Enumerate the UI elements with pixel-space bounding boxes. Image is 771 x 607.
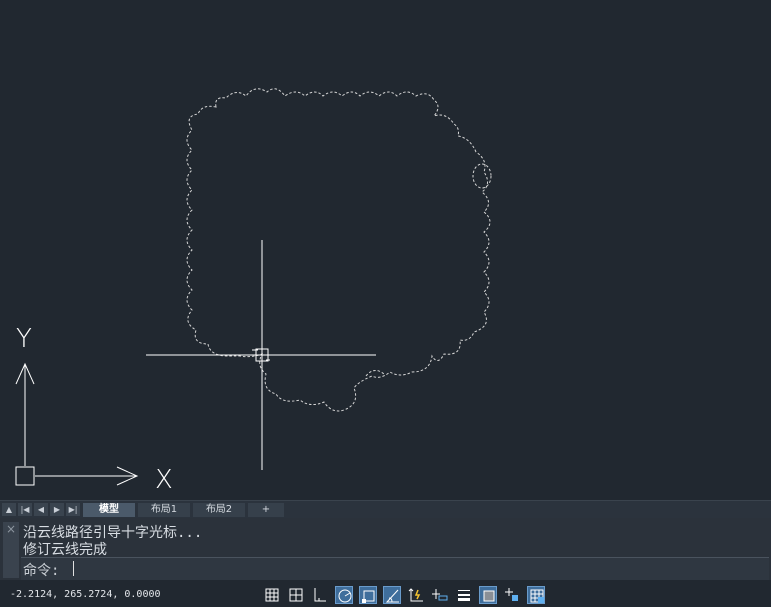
annotation-monitor-icon[interactable] [527,586,545,604]
ucs-y-label: Y [16,324,32,354]
revision-cloud[interactable] [186,88,491,412]
transparency-icon[interactable] [479,586,497,604]
tab-next-button[interactable]: ▶ [50,503,64,516]
command-prompt: 命令: [23,563,60,579]
ucs-icon [15,362,139,486]
command-window: × 沿云线路径引导十字光标... 修订云线完成 命令: [0,518,771,580]
snap-mode-icon[interactable] [287,586,305,604]
add-layout-button[interactable]: + [248,502,284,517]
command-close-button[interactable]: × [3,522,19,578]
grid-display-icon[interactable] [263,586,281,604]
tab-last-button[interactable]: ▶| [66,503,80,516]
object-snap-icon[interactable] [359,586,377,604]
object-snap-tracking-icon[interactable] [383,586,401,604]
tab-layout1[interactable]: 布局1 [138,502,190,517]
tab-layout2[interactable]: 布局2 [193,502,245,517]
tab-model[interactable]: 模型 [83,502,135,517]
ucs-x-label: X [155,465,173,495]
dynamic-input-icon[interactable] [431,586,449,604]
cloud-arc-marker [472,163,492,189]
command-input[interactable]: 命令: [21,557,769,580]
cloud-arc-fragment [365,370,385,377]
lineweight-icon[interactable] [455,586,473,604]
tab-first-button[interactable]: |◀ [18,503,32,516]
tab-prev-button[interactable]: ◀ [34,503,48,516]
status-bar: -2.2124, 265.2724, 0.0000 [0,581,771,607]
drawing-svg[interactable]: Y X [0,0,771,500]
dynamic-ucs-icon[interactable] [407,586,425,604]
layout-tab-bar: ▲ |◀ ◀ ▶ ▶| 模型 布局1 布局2 + [0,500,771,518]
drawing-canvas[interactable]: Y X [0,0,771,500]
ortho-mode-icon[interactable] [311,586,329,604]
polar-tracking-icon[interactable] [335,586,353,604]
tab-scroll-up-button[interactable]: ▲ [2,503,16,516]
command-history-line: 修订云线完成 [23,542,107,558]
selection-cycling-icon[interactable] [503,586,521,604]
coordinate-readout: -2.2124, 265.2724, 0.0000 [10,589,161,600]
text-caret [73,561,74,576]
